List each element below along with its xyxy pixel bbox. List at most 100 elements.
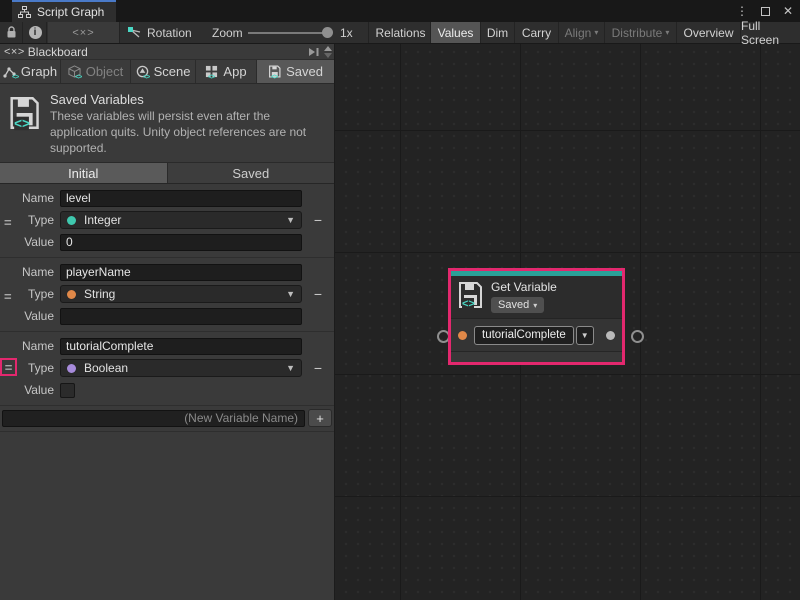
code-badge-icon: <> [143, 74, 149, 81]
tab-object[interactable]: Object <> [61, 60, 131, 83]
script-graph-window: Script Graph ⋮ ✕ i <×> Rotation [0, 0, 800, 600]
remove-variable-button[interactable]: − [314, 212, 322, 228]
toolbar-button-overview[interactable]: Overview [677, 22, 741, 43]
name-label: Name [0, 339, 60, 353]
output-port-ring[interactable] [631, 330, 644, 343]
type-dropdown[interactable]: Boolean ▼ [60, 359, 302, 377]
hierarchy-icon [18, 6, 31, 18]
dropdown-arrow-icon: ▼ [576, 326, 594, 345]
visual-scripting-button[interactable]: <×> [48, 22, 120, 43]
scroll-down-icon[interactable] [324, 53, 332, 58]
tab-scene[interactable]: Scene <> [131, 60, 196, 83]
lock-icon [6, 26, 17, 39]
code-badge-icon: <> [75, 74, 81, 81]
value-checkbox[interactable] [60, 383, 75, 398]
type-color-dot [67, 290, 76, 299]
tab-script-graph[interactable]: Script Graph [12, 0, 116, 22]
rotation-icon [127, 26, 142, 40]
toolbar-button-values[interactable]: Values [431, 22, 481, 43]
variable-scope-tabs: Graph <> Object <> Scene <> [0, 60, 334, 84]
dock-icon[interactable] [308, 47, 320, 57]
zoom-slider-handle[interactable] [322, 27, 333, 38]
dropdown-arrow-icon: ▼ [286, 289, 295, 299]
value-output-port[interactable] [606, 331, 615, 340]
code-badge-icon: <> [271, 74, 277, 81]
tab-saved[interactable]: Saved <> [257, 60, 334, 83]
toolbar-button-distribute[interactable]: Distribute ▾ [605, 22, 677, 43]
drag-handle[interactable]: = [4, 215, 12, 230]
remove-variable-button[interactable]: − [314, 360, 322, 376]
node-header: <> Get Variable Saved ▾ [451, 276, 622, 318]
saved-variable-icon: <> [457, 280, 483, 310]
variable-input-port[interactable] [458, 331, 467, 340]
drag-handle[interactable]: = [4, 289, 12, 304]
titlebar: Script Graph ⋮ ✕ [0, 0, 800, 22]
drag-handle-highlight: = [0, 358, 17, 376]
rotation-label: Rotation [147, 26, 192, 40]
blackboard-header: <×> Blackboard [0, 44, 334, 60]
variable-value-input[interactable] [60, 308, 302, 325]
menu-kebab-icon[interactable]: ⋮ [734, 3, 750, 19]
subtab-initial[interactable]: Initial [0, 163, 168, 183]
new-variable-row: + [0, 406, 334, 432]
value-label: Value [0, 383, 60, 397]
code-badge-icon: <> [208, 74, 214, 81]
lock-button[interactable] [0, 22, 23, 43]
angle-markup-icon: <×> [4, 46, 25, 58]
value-mode-tabs: Initial Saved [0, 162, 334, 184]
info-button[interactable]: i [24, 22, 47, 43]
saved-variables-icon: <> [8, 95, 40, 131]
remove-variable-button[interactable]: − [314, 286, 322, 302]
variable-name-input[interactable] [60, 264, 302, 281]
graph-toolbar: i <×> Rotation Zoom 1x Relations Values … [0, 22, 800, 44]
toolbar-separator [368, 22, 369, 43]
drag-handle[interactable]: = [5, 360, 13, 375]
toolbar-button-align[interactable]: Align ▾ [559, 22, 605, 43]
tab-app[interactable]: App <> [196, 60, 257, 83]
toolbar-button-relations[interactable]: Relations [371, 22, 431, 43]
variable-name-input[interactable] [60, 338, 302, 355]
toolbar-button-fullscreen[interactable]: Full Screen [741, 22, 800, 43]
dropdown-arrow-icon: ▼ [286, 215, 295, 225]
type-dropdown[interactable]: String ▼ [60, 285, 302, 303]
zoom-label: Zoom [212, 22, 243, 43]
tab-graph[interactable]: Graph <> [0, 60, 61, 83]
close-icon[interactable]: ✕ [780, 3, 796, 19]
graph-canvas[interactable]: <> Get Variable Saved ▾ tutorialComplete… [335, 44, 800, 600]
zoom-value: 1x [340, 22, 353, 43]
info-icon: i [29, 26, 42, 39]
toolbar-button-dim[interactable]: Dim [481, 22, 515, 43]
blackboard-title: Blackboard [28, 45, 308, 59]
type-color-dot [67, 364, 76, 373]
saved-variables-description: These variables will persist even after … [50, 109, 324, 156]
new-variable-input[interactable] [2, 410, 305, 427]
variable-name-input[interactable] [60, 190, 302, 207]
rotation-control[interactable]: Rotation [127, 22, 192, 43]
variable-name-dropdown[interactable]: tutorialComplete ▼ [474, 326, 594, 345]
type-color-dot [67, 216, 76, 225]
svg-text:<>: <> [14, 116, 30, 131]
variable-value-input[interactable] [60, 234, 302, 251]
value-label: Value [0, 309, 60, 323]
subtab-saved[interactable]: Saved [168, 163, 335, 183]
scroll-arrows [324, 46, 332, 58]
scroll-up-icon[interactable] [324, 46, 332, 51]
node-title: Get Variable [491, 280, 557, 295]
zoom-slider-track[interactable] [248, 32, 332, 34]
node-footer [451, 351, 622, 362]
saved-variables-info: <> Saved Variables These variables will … [0, 84, 334, 162]
dropdown-arrow-icon: ▾ [665, 28, 669, 37]
type-dropdown[interactable]: Integer ▼ [60, 211, 302, 229]
variable-row-tutorialcomplete: = Name Type Boolean ▼ − Value [0, 332, 334, 406]
node-body: tutorialComplete ▼ [451, 318, 622, 351]
toolbar-button-carry[interactable]: Carry [515, 22, 559, 43]
dropdown-arrow-icon: ▼ [286, 363, 295, 373]
saved-variables-title: Saved Variables [50, 92, 324, 107]
add-variable-button[interactable]: + [308, 409, 332, 427]
get-variable-node[interactable]: <> Get Variable Saved ▾ tutorialComplete… [448, 268, 625, 365]
maximize-icon[interactable] [757, 3, 773, 19]
scope-dropdown[interactable]: Saved ▾ [491, 297, 544, 313]
name-label: Name [0, 265, 60, 279]
dropdown-arrow-icon: ▾ [533, 301, 537, 310]
svg-text:<>: <> [462, 298, 475, 310]
